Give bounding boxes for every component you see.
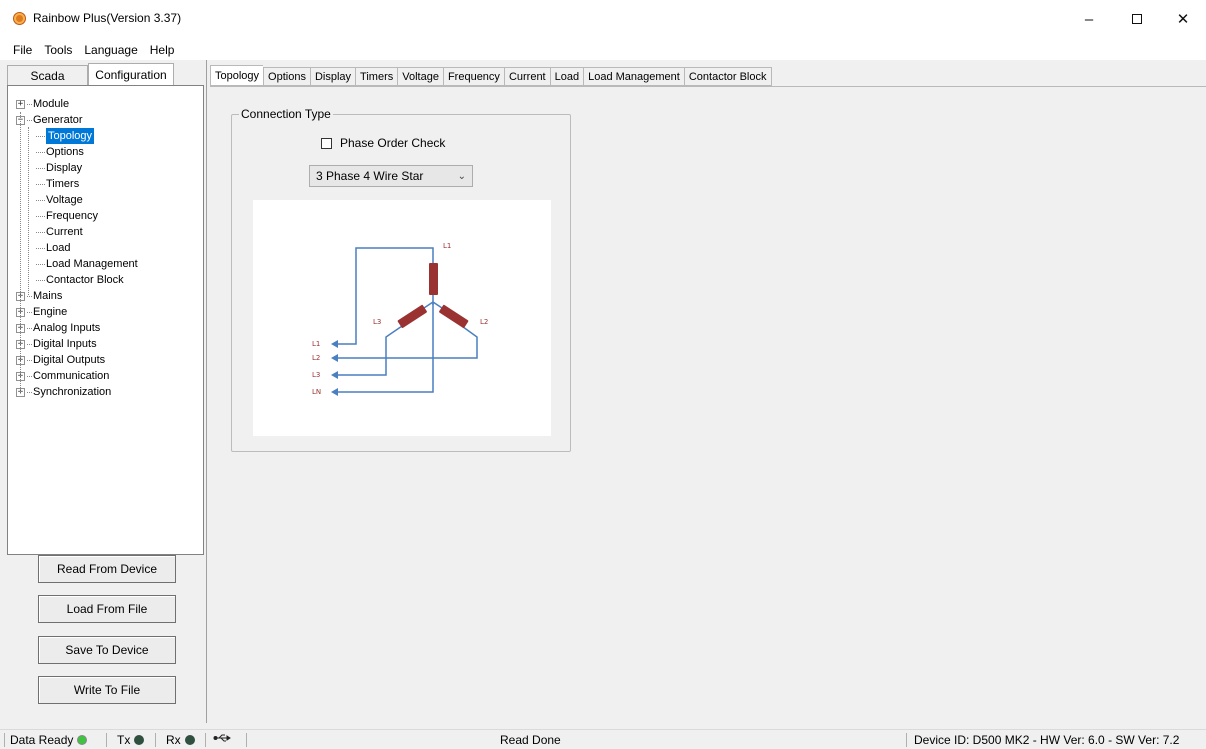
main-panel: Topology Options Display Timers Voltage …: [210, 63, 1206, 723]
tree-item-digital-outputs[interactable]: + Digital Outputs: [16, 352, 138, 368]
star-wiring-diagram: L1 L2 L3 L1 L2 L3 LN: [253, 200, 551, 436]
rx-led-icon: [184, 735, 195, 745]
data-ready-led-icon: [77, 735, 88, 745]
left-panel: Scada Configuration + Module − Generator T…: [7, 63, 204, 723]
connection-type-value: 3 Phase 4 Wire Star: [316, 169, 424, 183]
tab-timers[interactable]: Timers: [355, 67, 398, 86]
menu-file[interactable]: File: [7, 40, 38, 60]
tx-led-icon: [134, 735, 145, 745]
status-message: Read Done: [500, 733, 561, 747]
tab-configuration[interactable]: Configuration: [88, 63, 174, 85]
tree-item-load-management[interactable]: Load Management: [16, 256, 138, 272]
tree-item-mains[interactable]: + Mains: [16, 288, 138, 304]
label-l3: L3: [312, 371, 320, 379]
group-title: Connection Type: [239, 107, 333, 121]
expand-icon[interactable]: +: [16, 99, 25, 109]
tree-item-frequency[interactable]: Frequency: [16, 208, 138, 224]
title-bar: Rainbow Plus(Version 3.37) – ✕: [0, 0, 1206, 40]
topology-page: Connection Type Phase Order Check 3 Phas…: [210, 86, 1206, 723]
tree-item-communication[interactable]: + Communication: [16, 368, 138, 384]
wire-l2: [333, 323, 478, 359]
tree-item-options[interactable]: Options: [16, 144, 138, 160]
tree-item-contactor-block[interactable]: Contactor Block: [16, 272, 138, 288]
tree-item-display[interactable]: Display: [16, 160, 138, 176]
label-l1: L1: [312, 340, 320, 348]
status-tx: Tx: [117, 733, 145, 747]
tree-item-engine[interactable]: + Engine: [16, 304, 138, 320]
coil-l3: [397, 304, 427, 328]
chevron-down-icon: ⌄: [457, 171, 466, 182]
menu-bar: File Tools Language Help: [0, 40, 1206, 60]
tab-frequency[interactable]: Frequency: [442, 67, 504, 86]
tree-item-timers[interactable]: Timers: [16, 176, 138, 192]
maximize-button[interactable]: [1114, 4, 1160, 34]
tree-item-synchronization[interactable]: + Synchronization: [16, 384, 138, 400]
menu-tools[interactable]: Tools: [38, 40, 78, 60]
minimize-button[interactable]: –: [1066, 4, 1112, 34]
tab-scada[interactable]: Scada: [7, 65, 88, 85]
tree-item-generator[interactable]: − Generator: [16, 112, 138, 128]
read-from-device-button[interactable]: Read From Device: [38, 555, 176, 583]
tab-voltage[interactable]: Voltage: [397, 67, 443, 86]
menu-language[interactable]: Language: [78, 40, 143, 60]
tab-contactor-block[interactable]: Contactor Block: [683, 67, 772, 86]
tree-item-module[interactable]: + Module: [16, 96, 138, 112]
phase-order-checkbox[interactable]: [321, 137, 332, 149]
tab-options[interactable]: Options: [263, 67, 310, 86]
status-bar: Data Ready Tx Rx Read Done Device ID: D5…: [0, 729, 1206, 749]
app-icon: [14, 13, 25, 24]
save-to-device-button[interactable]: Save To Device: [38, 636, 176, 664]
device-info: Device ID: D500 MK2 - HW Ver: 6.0 - SW V…: [914, 733, 1180, 747]
config-tree: + Module − Generator Topology Options Disp…: [7, 85, 204, 555]
coil-l1: [429, 263, 438, 295]
close-button[interactable]: ✕: [1160, 4, 1206, 34]
tree-item-analog-inputs[interactable]: + Analog Inputs: [16, 320, 138, 336]
status-rx: Rx: [166, 733, 195, 747]
arrow-ln: [331, 388, 338, 396]
panel-splitter[interactable]: [206, 60, 209, 723]
tab-load-management[interactable]: Load Management: [583, 67, 684, 86]
arrow-l2: [331, 354, 338, 362]
main-tabs: Topology Options Display Timers Voltage …: [210, 65, 772, 86]
tab-display[interactable]: Display: [309, 67, 356, 86]
phase-order-label: Phase Order Check: [340, 136, 446, 150]
connection-type-group: Connection Type Phase Order Check 3 Phas…: [231, 107, 571, 452]
load-from-file-button[interactable]: Load From File: [38, 595, 176, 623]
label-l2: L2: [312, 354, 320, 362]
tree-item-current[interactable]: Current: [16, 224, 138, 240]
phase-order-check[interactable]: Phase Order Check: [321, 136, 445, 150]
coil-l2: [439, 304, 469, 328]
tree-item-topology[interactable]: Topology: [16, 128, 138, 144]
tree-item-digital-inputs[interactable]: + Digital Inputs: [16, 336, 138, 352]
tab-load[interactable]: Load: [549, 67, 584, 86]
tab-current[interactable]: Current: [503, 67, 550, 86]
write-to-file-button[interactable]: Write To File: [38, 676, 176, 704]
connection-type-select[interactable]: 3 Phase 4 Wire Star ⌄: [309, 165, 473, 187]
tree-item-voltage[interactable]: Voltage: [16, 192, 138, 208]
usb-icon: [213, 733, 233, 743]
label-l1-top: L1: [443, 242, 451, 250]
status-data-ready: Data Ready: [10, 733, 88, 747]
arrow-l1: [331, 340, 338, 348]
tab-topology[interactable]: Topology: [210, 65, 264, 86]
wire-l3: [333, 323, 406, 376]
label-l2-right: L2: [480, 318, 488, 326]
label-ln: LN: [312, 388, 321, 396]
arrow-l3: [331, 371, 338, 379]
window-title: Rainbow Plus(Version 3.37): [33, 11, 182, 25]
tree-item-load[interactable]: Load: [16, 240, 138, 256]
menu-help[interactable]: Help: [144, 40, 181, 60]
maximize-icon: [1132, 14, 1142, 24]
label-l3-left: L3: [373, 318, 381, 326]
wire-l1: [333, 247, 434, 345]
